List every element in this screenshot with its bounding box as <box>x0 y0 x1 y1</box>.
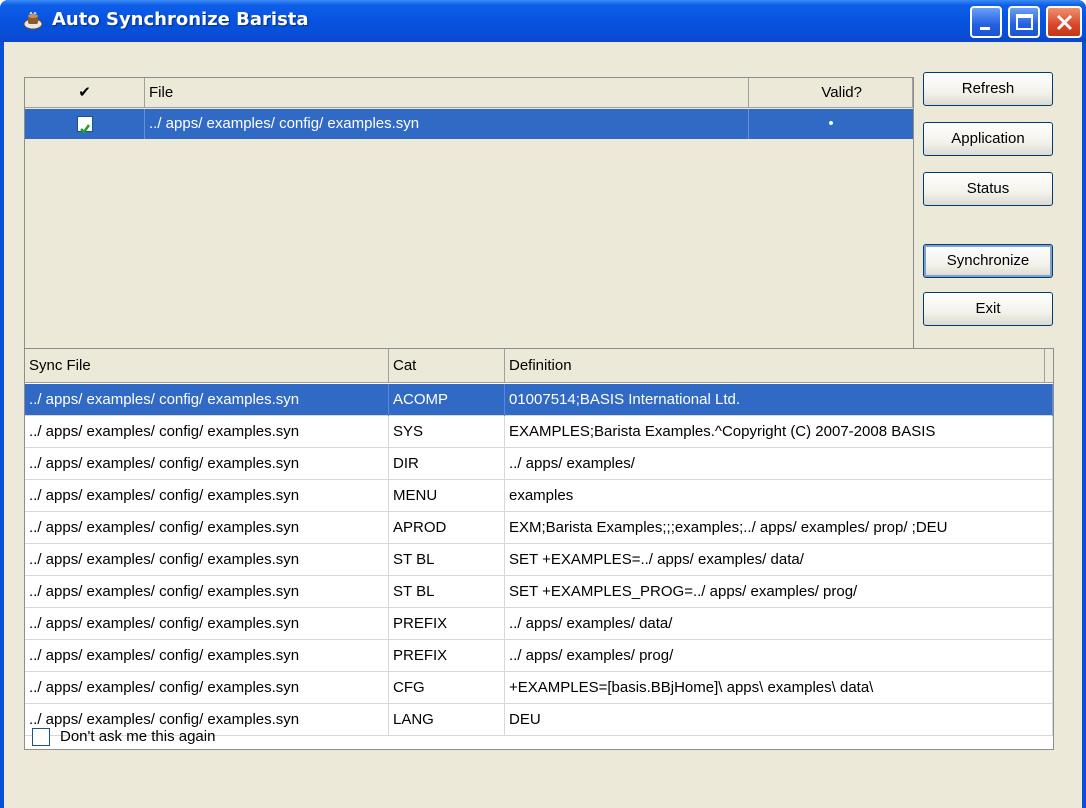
table-row[interactable]: ../ apps/ examples/ config/ examples.syn… <box>25 544 1053 576</box>
cell-cat: DIR <box>389 448 505 480</box>
synchronize-button[interactable]: Synchronize <box>923 244 1053 278</box>
dont-ask-checkbox[interactable] <box>32 728 50 746</box>
window-title: Auto Synchronize Barista <box>52 9 309 30</box>
cell-definition: examples <box>505 480 1053 512</box>
cell-cat: ST BL <box>389 576 505 608</box>
status-button[interactable]: Status <box>923 172 1053 206</box>
cell-cat: LANG <box>389 704 505 736</box>
table-row[interactable]: ../ apps/ examples/ config/ examples.syn… <box>25 416 1053 448</box>
column-header-check[interactable]: ✔ <box>25 78 145 108</box>
definition-table: Sync File Cat Definition ../ apps/ examp… <box>24 348 1054 750</box>
cell-sync-file: ../ apps/ examples/ config/ examples.syn <box>25 384 389 416</box>
barista-app-icon <box>22 10 44 32</box>
row-checkbox[interactable] <box>77 116 93 134</box>
cell-definition: +EXAMPLES=[basis.BBjHome]\ apps\ example… <box>505 672 1053 704</box>
cell-sync-file: ../ apps/ examples/ config/ examples.syn <box>25 416 389 448</box>
cell-definition: ../ apps/ examples/ <box>505 448 1053 480</box>
cell-cat: ST BL <box>389 544 505 576</box>
cell-definition: EXM;Barista Examples;;;examples;../ apps… <box>505 512 1053 544</box>
table-row[interactable]: ../ apps/ examples/ config/ examples.syn… <box>25 480 1053 512</box>
cell-cat: ACOMP <box>389 384 505 416</box>
cell-sync-file: ../ apps/ examples/ config/ examples.syn <box>25 608 389 640</box>
cell-sync-file: ../ apps/ examples/ config/ examples.syn <box>25 480 389 512</box>
cell-cat: CFG <box>389 672 505 704</box>
column-header-definition[interactable]: Definition <box>505 349 1045 383</box>
column-header-cat[interactable]: Cat <box>389 349 505 383</box>
refresh-button[interactable]: Refresh <box>923 72 1053 106</box>
maximize-button[interactable] <box>1008 6 1040 38</box>
column-header-file[interactable]: File <box>145 78 749 108</box>
cell-sync-file: ../ apps/ examples/ config/ examples.syn <box>25 576 389 608</box>
table-row[interactable]: ../ apps/ examples/ config/ examples.syn… <box>25 640 1053 672</box>
window-frame-right <box>1082 42 1086 808</box>
title-bar[interactable]: Auto Synchronize Barista <box>0 0 1086 42</box>
table-row[interactable]: ../ apps/ examples/ config/ examples.syn… <box>25 576 1053 608</box>
application-button[interactable]: Application <box>923 122 1053 156</box>
cell-definition: SET +EXAMPLES_PROG=../ apps/ examples/ p… <box>505 576 1053 608</box>
table-row[interactable]: ../ apps/ examples/ config/ examples.syn… <box>25 512 1053 544</box>
cell-sync-file: ../ apps/ examples/ config/ examples.syn <box>25 672 389 704</box>
table-row[interactable]: ../ apps/ examples/ config/ examples.syn… <box>25 608 1053 640</box>
minimize-button[interactable] <box>970 6 1002 38</box>
table-row[interactable]: ../ apps/ examples/ config/ examples.syn… <box>25 448 1053 480</box>
cell-cat: APROD <box>389 512 505 544</box>
cell-definition: SET +EXAMPLES=../ apps/ examples/ data/ <box>505 544 1053 576</box>
column-header-valid[interactable]: Valid? <box>749 78 913 108</box>
checkmark-icon: ✔ <box>78 84 91 101</box>
cell-sync-file: ../ apps/ examples/ config/ examples.syn <box>25 640 389 672</box>
column-header-sync-file[interactable]: Sync File <box>25 349 389 383</box>
table-row[interactable]: ../ apps/ examples/ config/ examples.syn… <box>25 109 913 139</box>
cell-definition: EXAMPLES;Barista Examples.^Copyright (C)… <box>505 416 1053 448</box>
cell-sync-file: ../ apps/ examples/ config/ examples.syn <box>25 544 389 576</box>
cell-definition: ../ apps/ examples/ prog/ <box>505 640 1053 672</box>
vertical-scrollbar[interactable] <box>1053 383 1054 750</box>
cell-sync-file: ../ apps/ examples/ config/ examples.syn <box>25 448 389 480</box>
table-header: Sync File Cat Definition <box>25 349 1053 383</box>
cell-cat: PREFIX <box>389 608 505 640</box>
close-button[interactable] <box>1046 6 1082 38</box>
row-file-cell: ../ apps/ examples/ config/ examples.syn <box>145 109 749 139</box>
exit-button[interactable]: Exit <box>923 292 1053 326</box>
app-window: Auto Synchronize Barista ✔ File Valid? .… <box>0 0 1086 808</box>
cell-sync-file: ../ apps/ examples/ config/ examples.syn <box>25 512 389 544</box>
cell-cat: SYS <box>389 416 505 448</box>
cell-definition: DEU <box>505 704 1053 736</box>
table-row[interactable]: ../ apps/ examples/ config/ examples.syn… <box>25 672 1053 704</box>
table-row[interactable]: ../ apps/ examples/ config/ examples.syn… <box>25 384 1053 416</box>
row-valid-cell: • <box>828 115 834 132</box>
cell-cat: MENU <box>389 480 505 512</box>
cell-definition: ../ apps/ examples/ data/ <box>505 608 1053 640</box>
cell-definition: 01007514;BASIS International Ltd. <box>505 384 1053 416</box>
sync-file-list: ✔ File Valid? ../ apps/ examples/ config… <box>24 77 914 371</box>
dont-ask-label: Don't ask me this again <box>60 728 216 745</box>
dialog-body: ✔ File Valid? ../ apps/ examples/ config… <box>4 42 1082 808</box>
row-check-cell[interactable] <box>25 109 145 139</box>
cell-cat: PREFIX <box>389 640 505 672</box>
